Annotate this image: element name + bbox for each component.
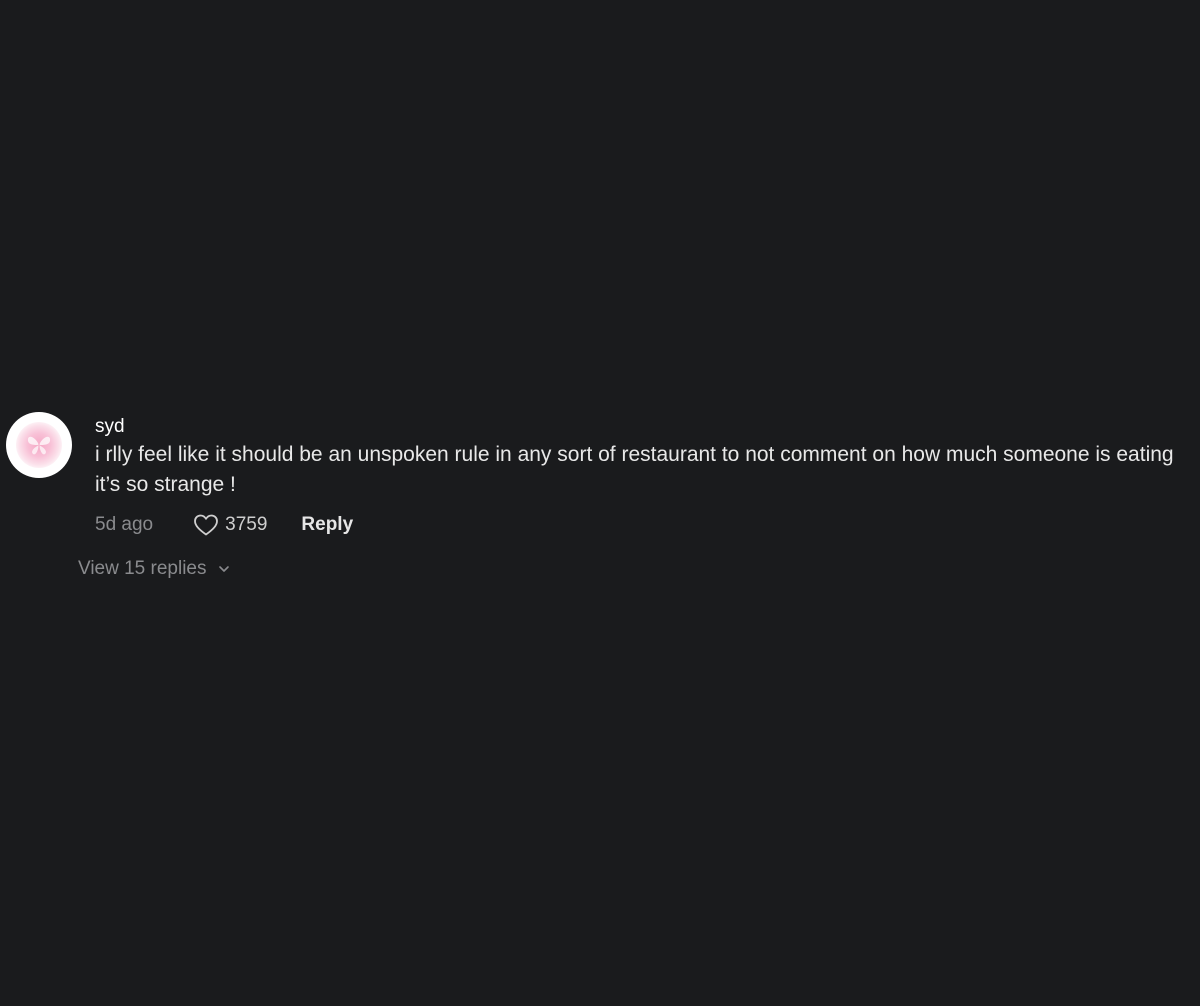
comments-page: syd i rlly feel like it should be an uns… xyxy=(0,0,1200,1006)
comment-text: i rlly feel like it should be an unspoke… xyxy=(95,443,1180,496)
avatar[interactable] xyxy=(6,412,72,478)
view-replies-button[interactable]: View 15 replies xyxy=(78,558,231,580)
like-count: 3759 xyxy=(225,514,268,535)
view-replies-label: View 15 replies xyxy=(78,558,207,579)
avatar-image xyxy=(16,422,62,468)
comment-username[interactable]: syd xyxy=(95,410,1200,440)
pink-butterfly-icon xyxy=(27,436,51,455)
reply-button[interactable]: Reply xyxy=(301,514,353,536)
chevron-down-icon xyxy=(218,566,229,572)
like-button[interactable]: 3759 xyxy=(193,513,267,537)
comment-body: syd i rlly feel like it should be an uns… xyxy=(95,410,1200,540)
comment-timestamp: 5d ago xyxy=(95,514,154,535)
comment-actions: 5d ago 3759 Reply xyxy=(95,510,1200,540)
heart-icon xyxy=(194,514,219,536)
